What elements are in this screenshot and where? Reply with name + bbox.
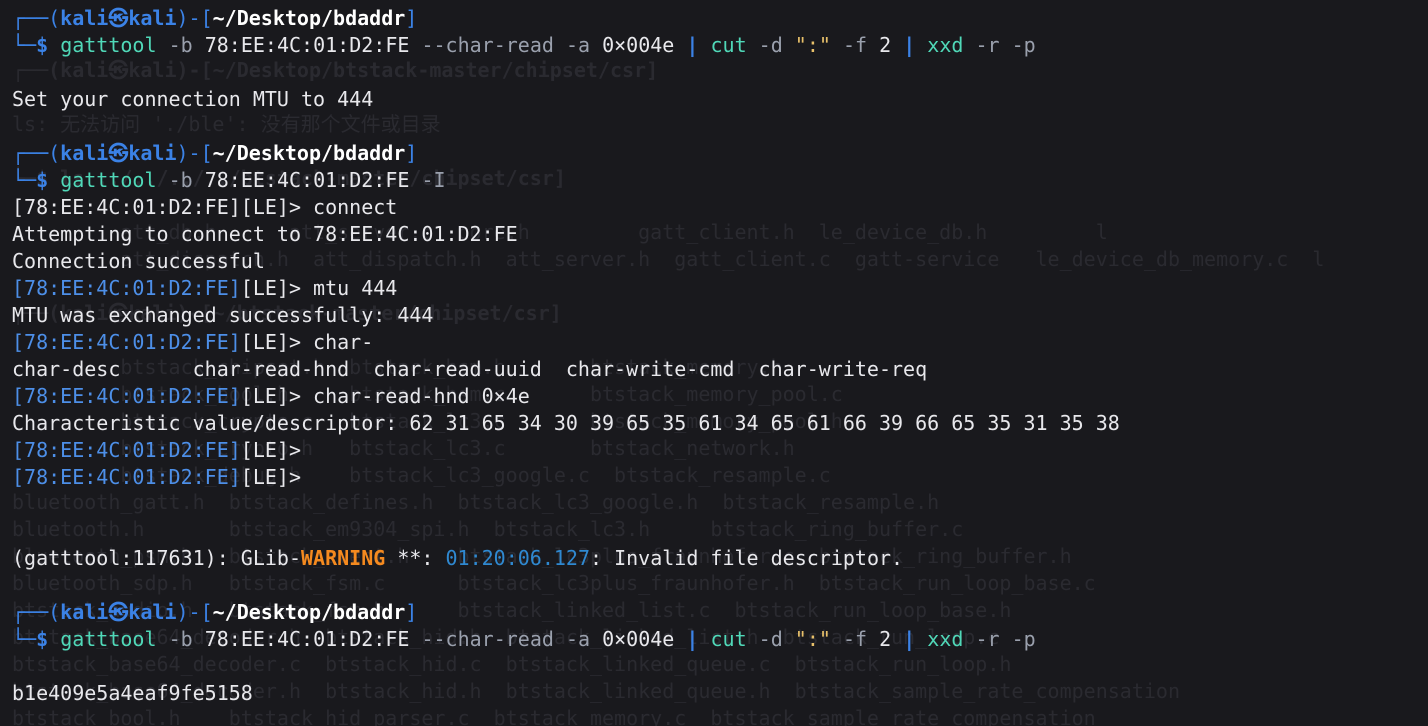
command-string: ":" bbox=[794, 627, 831, 651]
command-arg: 2 bbox=[879, 627, 892, 651]
prompt-user: kali bbox=[60, 141, 109, 165]
prompt-user: kali bbox=[60, 6, 109, 30]
interactive-prompt-mac: [78:EE:4C:01:D2:FE] bbox=[12, 438, 241, 462]
command-arg: 0×004e bbox=[602, 33, 675, 57]
command-arg: 78:EE:4C:01:D2:FE bbox=[204, 33, 410, 57]
prompt-user: kali bbox=[60, 600, 109, 624]
prompt-dollar: $ bbox=[36, 33, 49, 57]
interactive-prompt-le: [LE]> bbox=[240, 330, 301, 354]
output-line: Set your connection MTU to 444 bbox=[12, 87, 374, 111]
command-flag: -p bbox=[1011, 627, 1036, 651]
prompt-at-icon: ㉿ bbox=[108, 141, 129, 165]
command-name: xxd bbox=[927, 33, 964, 57]
interactive-line: [78:EE:4C:01:D2:FE][LE]> bbox=[12, 464, 301, 491]
command-arg: 78:EE:4C:01:D2:FE bbox=[204, 627, 410, 651]
completion-list: char-desc char-read-hnd char-read-uuid c… bbox=[12, 357, 928, 381]
command-string: ":" bbox=[794, 33, 831, 57]
interactive-line: [78:EE:4C:01:D2:FE][LE]> mtu 444 bbox=[12, 275, 397, 302]
output-line: MTU was exchanged successfully: 444 bbox=[12, 303, 434, 327]
command-flag: -r bbox=[975, 33, 1000, 57]
pipe-symbol: | bbox=[903, 33, 916, 57]
command-flag: -b bbox=[168, 33, 193, 57]
command-flag: -a bbox=[565, 33, 591, 57]
command-name: gatttool bbox=[60, 627, 157, 651]
interactive-command: mtu 444 bbox=[301, 276, 398, 300]
interactive-command: char- bbox=[301, 330, 374, 354]
command-name: gatttool bbox=[60, 33, 157, 57]
warning-level: WARNING bbox=[300, 546, 386, 570]
output-line: b1e409e5a4eaf9fe5158 bbox=[12, 681, 253, 705]
interactive-command: char-read-hnd 0×4e bbox=[301, 384, 530, 408]
command-flag: --char-read bbox=[421, 627, 554, 651]
prompt-dollar: $ bbox=[36, 168, 49, 192]
pipe-symbol: | bbox=[903, 627, 916, 651]
command-flag: -f bbox=[842, 33, 868, 57]
interactive-prompt: [78:EE:4C:01:D2:FE][LE]> bbox=[12, 195, 301, 219]
command-arg: 78:EE:4C:01:D2:FE bbox=[204, 168, 410, 192]
command-flag: -a bbox=[565, 627, 591, 651]
interactive-line: [78:EE:4C:01:D2:FE][LE]> connect bbox=[12, 194, 397, 221]
command-name: cut bbox=[710, 627, 747, 651]
command-flag: --char-read bbox=[421, 33, 554, 57]
command-arg: 2 bbox=[879, 33, 892, 57]
prompt-at-icon: ㉿ bbox=[108, 6, 129, 30]
terminal-window[interactable]: ┌──(kali㉿kali)-[~/Desktop/btstack-master… bbox=[0, 0, 1428, 726]
command-name: cut bbox=[710, 33, 747, 57]
output-line: Attempting to connect to 78:EE:4C:01:D2:… bbox=[12, 222, 518, 246]
prompt-at-icon: ㉿ bbox=[108, 600, 129, 624]
command-flag: -b bbox=[168, 627, 193, 651]
command-line[interactable]: └─$ gatttool -b 78:EE:4C:01:D2:FE --char… bbox=[12, 626, 1036, 653]
output-line: Connection successful bbox=[12, 249, 265, 273]
command-flag: -I bbox=[421, 168, 446, 192]
command-line[interactable]: └─$ gatttool -b 78:EE:4C:01:D2:FE --char… bbox=[12, 32, 1036, 59]
command-line[interactable]: └─$ gatttool -b 78:EE:4C:01:D2:FE -I bbox=[12, 167, 446, 194]
warning-line: (gatttool:117631): GLib-WARNING **: 01:2… bbox=[12, 545, 903, 572]
warning-message: : Invalid file descriptor. bbox=[590, 546, 904, 570]
command-flag: -d bbox=[758, 33, 783, 57]
interactive-prompt-mac: [78:EE:4C:01:D2:FE] bbox=[12, 330, 241, 354]
prompt-header: ┌──(kali㉿kali)-[~/Desktop/bdaddr] bbox=[12, 6, 418, 30]
warning-prefix: (gatttool:117631): GLib- bbox=[12, 546, 301, 570]
prompt-dollar: $ bbox=[36, 627, 49, 651]
prompt-host: kali bbox=[128, 600, 177, 624]
prompt-header: ┌──(kali㉿kali)-[~/Desktop/bdaddr] bbox=[12, 141, 418, 165]
prompt-host: kali bbox=[128, 141, 177, 165]
interactive-line: [78:EE:4C:01:D2:FE][LE]> bbox=[12, 437, 301, 464]
warning-stars: **: bbox=[385, 546, 446, 570]
pipe-symbol: | bbox=[686, 33, 699, 57]
prompt-path: ~/Desktop/bdaddr bbox=[212, 600, 406, 624]
interactive-prompt-le: [LE]> bbox=[240, 465, 301, 489]
prompt-path: ~/Desktop/bdaddr bbox=[212, 141, 406, 165]
interactive-prompt-mac: [78:EE:4C:01:D2:FE] bbox=[12, 384, 241, 408]
command-flag: -b bbox=[168, 168, 193, 192]
interactive-command: connect bbox=[300, 195, 398, 219]
prompt-header: ┌──(kali㉿kali)-[~/Desktop/bdaddr] bbox=[12, 600, 418, 624]
command-name: xxd bbox=[927, 627, 964, 651]
interactive-prompt-le: [LE]> bbox=[240, 276, 301, 300]
command-flag: -d bbox=[758, 627, 783, 651]
interactive-line: [78:EE:4C:01:D2:FE][LE]> char- bbox=[12, 329, 373, 356]
prompt-host: kali bbox=[128, 6, 177, 30]
interactive-prompt-mac: [78:EE:4C:01:D2:FE] bbox=[12, 276, 241, 300]
prompt-path: ~/Desktop/bdaddr bbox=[212, 6, 406, 30]
terminal-foreground: ┌──(kali㉿kali)-[~/Desktop/bdaddr] └─$ ga… bbox=[0, 0, 1428, 726]
command-flag: -p bbox=[1011, 33, 1036, 57]
command-flag: -r bbox=[975, 627, 1000, 651]
pipe-symbol: | bbox=[686, 627, 699, 651]
command-flag: -f bbox=[842, 627, 868, 651]
interactive-line: [78:EE:4C:01:D2:FE][LE]> char-read-hnd 0… bbox=[12, 383, 530, 410]
interactive-prompt-mac: [78:EE:4C:01:D2:FE] bbox=[12, 465, 241, 489]
command-arg: 0×004e bbox=[602, 627, 675, 651]
warning-time: 01:20:06.127 bbox=[445, 546, 591, 570]
interactive-prompt-le: [LE]> bbox=[240, 384, 301, 408]
interactive-prompt-le: [LE]> bbox=[240, 438, 301, 462]
command-name: gatttool bbox=[60, 168, 157, 192]
output-line: Characteristic value/descriptor: 62 31 6… bbox=[12, 411, 1120, 435]
